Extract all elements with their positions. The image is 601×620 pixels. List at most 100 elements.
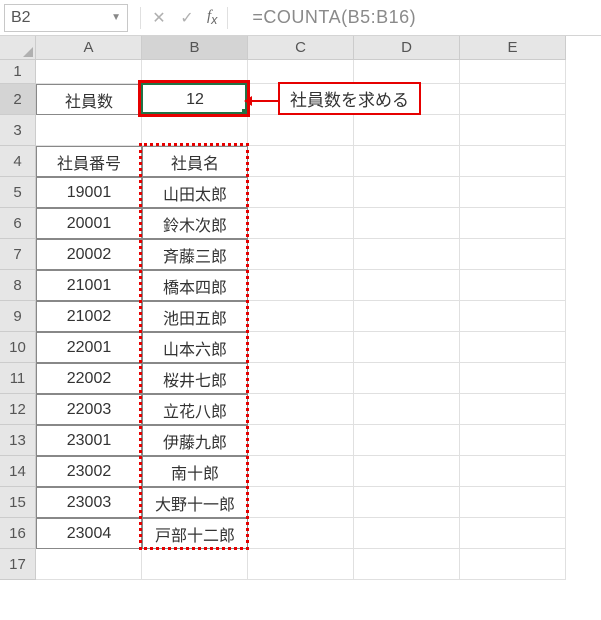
cell-C9[interactable] xyxy=(248,301,354,332)
cell-E7[interactable] xyxy=(460,239,566,270)
cell-E10[interactable] xyxy=(460,332,566,363)
cell-B17[interactable] xyxy=(142,549,248,580)
confirm-icon[interactable]: ✓ xyxy=(173,4,201,32)
cell-A13[interactable]: 23001 xyxy=(36,425,142,456)
cell-C1[interactable] xyxy=(248,60,354,84)
row-header-10[interactable]: 10 xyxy=(0,332,36,363)
cell-D3[interactable] xyxy=(354,115,460,146)
row-header-1[interactable]: 1 xyxy=(0,60,36,84)
row-header-6[interactable]: 6 xyxy=(0,208,36,239)
cell-D14[interactable] xyxy=(354,456,460,487)
row-header-7[interactable]: 7 xyxy=(0,239,36,270)
cell-E3[interactable] xyxy=(460,115,566,146)
row-header-5[interactable]: 5 xyxy=(0,177,36,208)
cell-A1[interactable] xyxy=(36,60,142,84)
cell-B16[interactable]: 戸部十二郎 xyxy=(142,518,248,549)
cell-E5[interactable] xyxy=(460,177,566,208)
formula-input[interactable]: =COUNTA(B5:B16) xyxy=(252,7,416,28)
row-header-4[interactable]: 4 xyxy=(0,146,36,177)
select-all-corner[interactable] xyxy=(0,36,36,60)
cell-C8[interactable] xyxy=(248,270,354,301)
row-header-11[interactable]: 11 xyxy=(0,363,36,394)
cell-C15[interactable] xyxy=(248,487,354,518)
column-header-C[interactable]: C xyxy=(248,36,354,60)
cell-A12[interactable]: 22003 xyxy=(36,394,142,425)
cell-A2[interactable]: 社員数 xyxy=(36,84,142,115)
cell-A10[interactable]: 22001 xyxy=(36,332,142,363)
cell-A6[interactable]: 20001 xyxy=(36,208,142,239)
cell-A9[interactable]: 21002 xyxy=(36,301,142,332)
cell-B13[interactable]: 伊藤九郎 xyxy=(142,425,248,456)
cell-E13[interactable] xyxy=(460,425,566,456)
cell-C5[interactable] xyxy=(248,177,354,208)
cell-A17[interactable] xyxy=(36,549,142,580)
row-header-15[interactable]: 15 xyxy=(0,487,36,518)
row-header-13[interactable]: 13 xyxy=(0,425,36,456)
cell-A14[interactable]: 23002 xyxy=(36,456,142,487)
cell-C16[interactable] xyxy=(248,518,354,549)
cell-D6[interactable] xyxy=(354,208,460,239)
name-box-dropdown-icon[interactable]: ▼ xyxy=(111,12,121,23)
cell-E17[interactable] xyxy=(460,549,566,580)
cell-D9[interactable] xyxy=(354,301,460,332)
cell-E11[interactable] xyxy=(460,363,566,394)
column-header-D[interactable]: D xyxy=(354,36,460,60)
cell-C13[interactable] xyxy=(248,425,354,456)
cell-D16[interactable] xyxy=(354,518,460,549)
cell-A4[interactable]: 社員番号 xyxy=(36,146,142,177)
cell-E1[interactable] xyxy=(460,60,566,84)
row-header-9[interactable]: 9 xyxy=(0,301,36,332)
cell-E9[interactable] xyxy=(460,301,566,332)
column-header-B[interactable]: B xyxy=(142,36,248,60)
cell-D8[interactable] xyxy=(354,270,460,301)
cell-B6[interactable]: 鈴木次郎 xyxy=(142,208,248,239)
cell-E2[interactable] xyxy=(460,84,566,115)
cell-D15[interactable] xyxy=(354,487,460,518)
cell-C12[interactable] xyxy=(248,394,354,425)
cell-B11[interactable]: 桜井七郎 xyxy=(142,363,248,394)
row-header-8[interactable]: 8 xyxy=(0,270,36,301)
cell-D17[interactable] xyxy=(354,549,460,580)
cell-B8[interactable]: 橋本四郎 xyxy=(142,270,248,301)
cell-C14[interactable] xyxy=(248,456,354,487)
cell-A8[interactable]: 21001 xyxy=(36,270,142,301)
cell-A3[interactable] xyxy=(36,115,142,146)
fx-icon[interactable]: fx xyxy=(207,8,217,27)
cell-E8[interactable] xyxy=(460,270,566,301)
row-header-14[interactable]: 14 xyxy=(0,456,36,487)
cell-A11[interactable]: 22002 xyxy=(36,363,142,394)
cell-D7[interactable] xyxy=(354,239,460,270)
row-header-3[interactable]: 3 xyxy=(0,115,36,146)
row-header-17[interactable]: 17 xyxy=(0,549,36,580)
cell-E14[interactable] xyxy=(460,456,566,487)
cell-B7[interactable]: 斉藤三郎 xyxy=(142,239,248,270)
cell-B14[interactable]: 南十郎 xyxy=(142,456,248,487)
row-header-12[interactable]: 12 xyxy=(0,394,36,425)
cell-A15[interactable]: 23003 xyxy=(36,487,142,518)
cell-E4[interactable] xyxy=(460,146,566,177)
cell-E6[interactable] xyxy=(460,208,566,239)
cell-C11[interactable] xyxy=(248,363,354,394)
cell-E16[interactable] xyxy=(460,518,566,549)
cell-A7[interactable]: 20002 xyxy=(36,239,142,270)
cell-C3[interactable] xyxy=(248,115,354,146)
cell-B4[interactable]: 社員名 xyxy=(142,146,248,177)
cell-E15[interactable] xyxy=(460,487,566,518)
cell-B3[interactable] xyxy=(142,115,248,146)
cell-D11[interactable] xyxy=(354,363,460,394)
cell-B10[interactable]: 山本六郎 xyxy=(142,332,248,363)
cell-B15[interactable]: 大野十一郎 xyxy=(142,487,248,518)
cell-C10[interactable] xyxy=(248,332,354,363)
cell-D1[interactable] xyxy=(354,60,460,84)
cell-D4[interactable] xyxy=(354,146,460,177)
row-header-2[interactable]: 2 xyxy=(0,84,36,115)
cancel-icon[interactable]: ✕ xyxy=(145,4,173,32)
column-header-A[interactable]: A xyxy=(36,36,142,60)
row-header-16[interactable]: 16 xyxy=(0,518,36,549)
cell-D13[interactable] xyxy=(354,425,460,456)
column-header-E[interactable]: E xyxy=(460,36,566,60)
cell-B1[interactable] xyxy=(142,60,248,84)
cell-D12[interactable] xyxy=(354,394,460,425)
cell-D5[interactable] xyxy=(354,177,460,208)
cell-B12[interactable]: 立花八郎 xyxy=(142,394,248,425)
